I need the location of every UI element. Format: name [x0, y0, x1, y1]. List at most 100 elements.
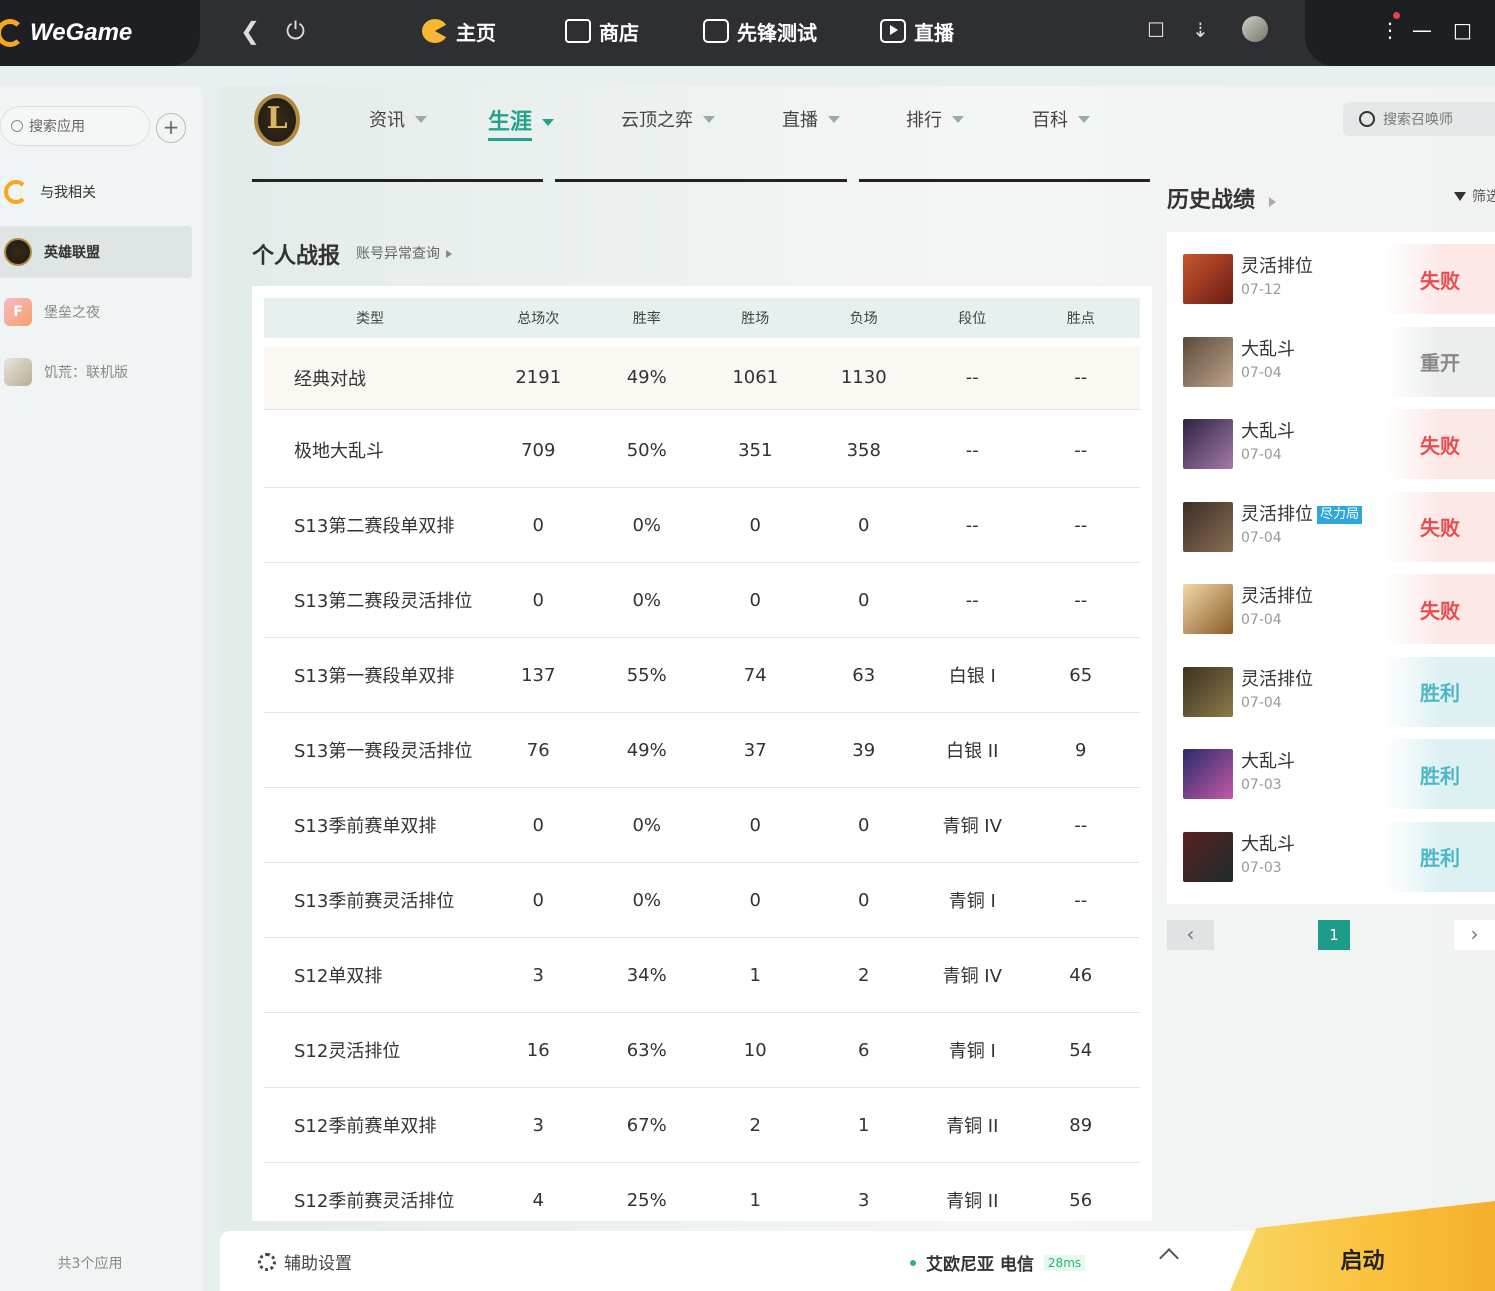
app-sidebar: 搜索应用 + 与我相关 英雄联盟 F 堡垒之夜 饥荒：联机版 共3个应用	[0, 86, 202, 1291]
more-menu-icon[interactable]: ⋮	[1380, 18, 1400, 42]
caret-down-icon	[703, 115, 715, 123]
app-search-input[interactable]: 搜索应用	[0, 106, 150, 146]
page-next-button[interactable]: ›	[1454, 920, 1495, 950]
champion-avatar	[1183, 666, 1233, 717]
table-cell: 0	[858, 514, 870, 536]
sidebar-item-label: 堡垒之夜	[44, 305, 100, 321]
search-placeholder: 搜索召唤师	[1383, 112, 1453, 128]
table-cell: 76	[526, 739, 550, 761]
tab-live[interactable]: 直播	[782, 106, 840, 132]
table-cell: 9	[1075, 739, 1087, 761]
table-cell: 49%	[626, 739, 667, 761]
history-item[interactable]: 灵活排位 07-04 失败	[1183, 574, 1495, 644]
table-cell: 3	[858, 1189, 870, 1211]
history-title-label: 历史战绩	[1167, 188, 1256, 213]
add-app-button[interactable]: +	[156, 113, 186, 143]
link-label: 账号异常查询	[356, 246, 440, 262]
game-mode-label: 灵活排位	[1241, 503, 1313, 525]
table-cell: 青铜 IV	[942, 816, 1002, 837]
assist-label: 辅助设置	[284, 1254, 352, 1274]
sidebar-item-dont-starve[interactable]: 饥荒：联机版	[0, 346, 192, 398]
tab-wiki[interactable]: 百科	[1032, 106, 1090, 132]
back-arrow-icon[interactable]: ❮	[240, 17, 260, 45]
dont-starve-icon	[4, 358, 32, 386]
tab-label: 排行	[906, 110, 942, 131]
history-item[interactable]: 大乱斗 07-03 胜利	[1183, 821, 1495, 892]
history-item[interactable]: 灵活排位 尽力局 07-04 失败	[1183, 491, 1495, 562]
column-header: 胜点	[1066, 311, 1095, 327]
table-cell: 39	[852, 739, 876, 761]
game-mode-label: 灵活排位	[1241, 256, 1313, 277]
game-date: 07-04	[1241, 529, 1282, 546]
table-cell: 0	[532, 514, 544, 536]
topnav-home[interactable]: 主页	[422, 14, 496, 48]
chat-bot-icon[interactable]: ☐	[1147, 18, 1165, 42]
table-cell: 0	[749, 514, 761, 536]
table-row: S13第一赛段单双排 137 55% 74 63 白银 I 65	[264, 638, 1140, 713]
table-cell: 0	[532, 889, 544, 911]
download-icon[interactable]: ⇣	[1192, 18, 1209, 42]
tab-career[interactable]: 生涯	[488, 104, 555, 141]
table-cell: S13第一赛段单双排	[294, 666, 455, 687]
shopping-bag-icon	[565, 19, 591, 43]
history-item[interactable]: 大乱斗 07-04 失败	[1183, 409, 1495, 479]
sidebar-item-lol[interactable]: 英雄联盟	[0, 226, 192, 278]
search-icon	[11, 120, 23, 132]
column-header: 段位	[958, 311, 987, 327]
table-cell: 0	[532, 589, 544, 611]
column-header: 类型	[356, 311, 384, 327]
table-cell: 青铜 II	[946, 1116, 999, 1137]
topnav-pioneer-test[interactable]: 先锋测试	[703, 14, 817, 48]
server-selector[interactable]: 艾欧尼亚 电信 28ms	[910, 1250, 1086, 1275]
table-cell: S13第一赛段灵活排位	[294, 741, 473, 762]
table-cell: 49%	[626, 367, 667, 388]
page-number-button[interactable]: 1	[1318, 920, 1350, 950]
table-cell: S13第二赛段单双排	[294, 516, 455, 537]
table-cell: 89	[1069, 1114, 1093, 1136]
main-content: L 资讯 生涯 云顶之弈 直播 排行 百科 搜索召唤师 个人战报 账号异常查询 …	[220, 86, 1495, 1231]
wegame-logo[interactable]: WeGame	[0, 0, 200, 66]
table-cell: 0%	[632, 889, 662, 911]
summoner-search-input[interactable]: 搜索召唤师	[1343, 102, 1495, 136]
filter-button[interactable]: 筛选	[1454, 186, 1495, 206]
maximize-icon[interactable]: □	[1453, 18, 1472, 42]
assist-settings-button[interactable]: 辅助设置	[258, 1249, 352, 1274]
tab-ranking[interactable]: 排行	[906, 106, 964, 132]
user-avatar[interactable]	[1242, 16, 1268, 42]
topnav-label: 先锋测试	[737, 20, 817, 45]
title-bar: WeGame ❮ ⏻ 主页 商店 先锋测试 直播 ☐ ⇣ ⋮ — □	[0, 0, 1495, 66]
table-cell: 46	[1069, 964, 1093, 986]
sidebar-item-related[interactable]: 与我相关	[0, 166, 192, 218]
ping-badge: 28ms	[1043, 1254, 1086, 1271]
table-cell: 0	[858, 589, 870, 611]
game-mode-label: 大乱斗	[1241, 833, 1295, 855]
topnav-store[interactable]: 商店	[565, 14, 639, 48]
lol-logo-icon[interactable]: L	[254, 94, 300, 146]
history-item[interactable]: 大乱斗 07-04 重开	[1183, 326, 1495, 397]
table-row: 经典对战 2191 49% 1061 1130 -- --	[264, 346, 1140, 410]
history-item[interactable]: 大乱斗 07-03 胜利	[1183, 739, 1495, 809]
account-check-link[interactable]: 账号异常查询	[356, 243, 452, 263]
sidebar-item-fortnite[interactable]: F 堡垒之夜	[0, 286, 192, 338]
history-item[interactable]: 灵活排位 07-12 失败	[1183, 244, 1495, 314]
table-cell: --	[1074, 514, 1088, 536]
effort-badge: 尽力局	[1317, 505, 1363, 524]
pacman-icon	[422, 19, 448, 43]
lol-icon	[4, 238, 32, 266]
topnav-live[interactable]: 直播	[880, 14, 954, 48]
table-cell: --	[1074, 814, 1088, 836]
table-cell: S12单双排	[294, 966, 383, 987]
game-result: 失败	[1385, 574, 1495, 644]
tab-news[interactable]: 资讯	[369, 106, 427, 132]
column-header: 负场	[849, 311, 878, 327]
topnav-label: 直播	[914, 20, 954, 45]
history-item[interactable]: 灵活排位 07-04 胜利	[1183, 656, 1495, 727]
game-mode: 灵活排位 尽力局	[1241, 500, 1363, 526]
page-prev-button[interactable]: ‹	[1167, 920, 1214, 950]
history-title[interactable]: 历史战绩	[1167, 182, 1277, 214]
history-list: 灵活排位 07-12 失败 大乱斗 07-04 重开 大乱斗 07-04 失败 灵活排位 尽力局 07…	[1167, 232, 1495, 904]
minimize-icon[interactable]: —	[1412, 18, 1432, 42]
chevron-up-icon[interactable]	[1159, 1248, 1179, 1268]
refresh-icon[interactable]: ⏻	[286, 17, 305, 45]
tab-tft[interactable]: 云顶之弈	[621, 106, 715, 132]
